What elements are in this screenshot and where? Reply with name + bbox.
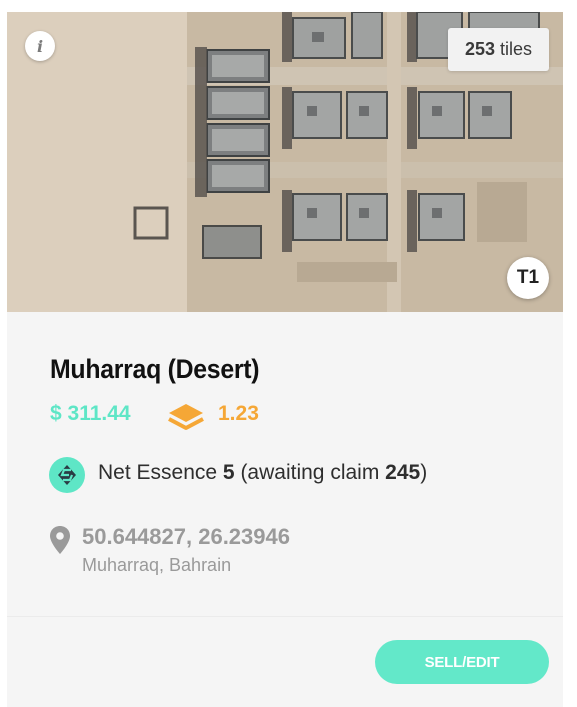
map-pin-icon (50, 526, 70, 554)
property-details: Muharraq (Desert) $ 311.44 1.23 Net Esse… (7, 312, 563, 612)
net-essence-info: Net Essence 5 (awaiting claim 245) (98, 461, 427, 485)
card-footer: SELL/EDIT (7, 616, 563, 707)
essence-awaiting-label: (awaiting claim (240, 461, 380, 484)
essence-label: Net Essence (98, 461, 218, 484)
property-card[interactable]: i 253 tiles T1 Muharraq (Desert) $ 311.4… (7, 12, 563, 707)
essence-value: 5 (222, 461, 235, 484)
essence-close-paren: ) (420, 461, 428, 484)
essence-claim-value: 245 (385, 461, 421, 484)
location-name: Muharraq, Bahrain (82, 555, 232, 575)
tier-badge: T1 (507, 257, 549, 299)
property-title: Muharraq (Desert) (50, 354, 260, 384)
info-icon: i (36, 36, 44, 56)
property-price: $ 311.44 (50, 402, 131, 425)
tiles-count: 253 (464, 39, 496, 59)
info-button[interactable]: i (25, 31, 55, 61)
layers-icon (168, 404, 204, 430)
tiles-count-badge: 253 tiles (448, 28, 549, 71)
coordinates: 50.644827, 26.23946 (82, 524, 290, 549)
essence-icon (49, 457, 85, 493)
tiles-unit: tiles (500, 39, 533, 59)
aerial-map-image: i 253 tiles T1 (7, 12, 563, 312)
layers-value: 1.23 (218, 402, 259, 425)
sell-edit-button[interactable]: SELL/EDIT (375, 640, 549, 684)
